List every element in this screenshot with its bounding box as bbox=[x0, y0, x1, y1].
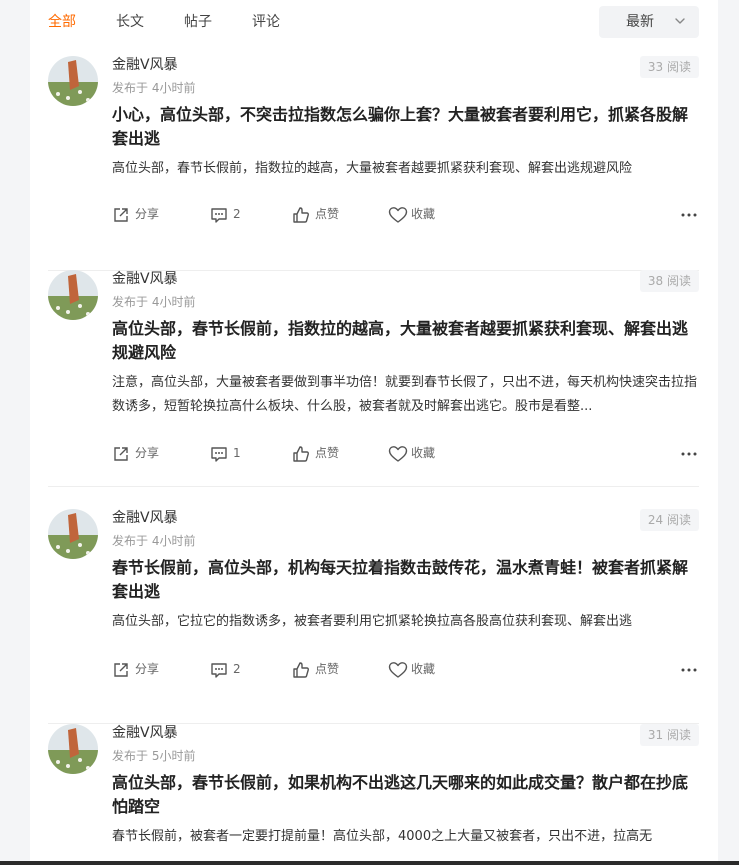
thumbs-up-icon bbox=[293, 446, 309, 462]
share-button[interactable]: 分享 bbox=[112, 443, 172, 465]
post-summary[interactable]: 注意，高位头部，大量被套者要做到事半功倍！就要到春节长假了，只出不进，每天机构快… bbox=[112, 371, 698, 419]
read-count-badge: 33 阅读 bbox=[639, 56, 699, 78]
post-summary[interactable]: 春节长假前，被套者一定要打提前量！高位头部，4000之上大量又被套者，只出不进，… bbox=[112, 825, 698, 849]
like-label: 点赞 bbox=[315, 446, 340, 460]
post-summary[interactable]: 高位头部，它拉它的指数诱多，被套者要利用它抓紧轮换拉高各股高位获利套现、解套出逃 bbox=[112, 610, 698, 634]
post-time: 发布于 4小时前 bbox=[112, 534, 196, 548]
favorite-label: 收藏 bbox=[411, 446, 436, 460]
like-button[interactable]: 点赞 bbox=[292, 204, 352, 226]
comment-button[interactable]: 1 bbox=[210, 443, 250, 465]
avatar-image bbox=[48, 56, 98, 106]
tab-all[interactable]: 全部 bbox=[48, 12, 76, 32]
more-options-button[interactable] bbox=[680, 204, 698, 226]
comment-count: 1 bbox=[233, 446, 241, 460]
favorite-label: 收藏 bbox=[411, 662, 436, 676]
post-title[interactable]: 高位头部，春节长假前，如果机构不出逃这几天哪来的如此成交量？散户都在抄底怕踏空 bbox=[112, 771, 698, 819]
avatar[interactable] bbox=[48, 270, 98, 320]
tab-bar: 全部 长文 帖子 评论 最新 bbox=[30, 0, 718, 44]
thumbs-up-icon bbox=[293, 662, 309, 678]
like-button[interactable]: 点赞 bbox=[292, 659, 352, 681]
post-actions: 分享 1 点赞 收藏 bbox=[112, 443, 698, 465]
favorite-label: 收藏 bbox=[411, 207, 436, 221]
comment-button[interactable]: 2 bbox=[210, 204, 250, 226]
heart-icon bbox=[388, 662, 408, 678]
chevron-down-icon bbox=[675, 18, 685, 24]
favorite-button[interactable]: 收藏 bbox=[388, 659, 448, 681]
author-name[interactable]: 金融V风暴 bbox=[112, 270, 178, 288]
post-actions: 分享 2 点赞 收藏 bbox=[112, 659, 698, 681]
sort-label: 最新 bbox=[626, 14, 654, 30]
avatar[interactable] bbox=[48, 509, 98, 559]
more-options-button[interactable] bbox=[680, 443, 698, 465]
read-count-badge: 31 阅读 bbox=[639, 724, 699, 746]
avatar-image bbox=[48, 270, 98, 320]
post-time: 发布于 5小时前 bbox=[112, 749, 196, 763]
post-card: 金融V风暴 发布于 5小时前 31 阅读 高位头部，春节长假前，如果机构不出逃这… bbox=[48, 724, 699, 865]
like-button[interactable]: 点赞 bbox=[292, 443, 352, 465]
sort-dropdown[interactable]: 最新 bbox=[599, 6, 699, 38]
comment-count: 2 bbox=[233, 207, 241, 221]
post-actions: 分享 2 点赞 收藏 bbox=[112, 204, 698, 226]
like-label: 点赞 bbox=[315, 207, 340, 221]
share-label: 分享 bbox=[135, 446, 160, 460]
avatar-image bbox=[48, 509, 98, 559]
favorite-button[interactable]: 收藏 bbox=[388, 204, 448, 226]
read-count-badge: 38 阅读 bbox=[639, 270, 699, 292]
post-time: 发布于 4小时前 bbox=[112, 81, 196, 95]
heart-icon bbox=[388, 446, 408, 462]
post-card: 金融V风暴 发布于 4小时前 33 阅读 小心，高位头部，不突击拉指数怎么骗你上… bbox=[48, 56, 699, 271]
ellipsis-icon bbox=[681, 452, 697, 456]
tab-long-articles[interactable]: 长文 bbox=[116, 12, 144, 32]
post-card: 金融V风暴 发布于 4小时前 24 阅读 春节长假前，高位头部，机构每天拉着指数… bbox=[48, 509, 699, 724]
post-title[interactable]: 小心，高位头部，不突击拉指数怎么骗你上套？大量被套者要利用它，抓紧各股解套出逃 bbox=[112, 103, 698, 151]
author-name[interactable]: 金融V风暴 bbox=[112, 56, 178, 74]
post-title[interactable]: 春节长假前，高位头部，机构每天拉着指数击鼓传花，温水煮青蛙！被套者抓紧解套出逃 bbox=[112, 556, 698, 604]
feed-panel: 全部 长文 帖子 评论 最新 金融V风暴 发布于 4小时前 33 阅读 小心，高… bbox=[30, 0, 718, 865]
share-label: 分享 bbox=[135, 662, 160, 676]
comment-button[interactable]: 2 bbox=[210, 659, 250, 681]
avatar-image bbox=[48, 724, 98, 774]
post-summary[interactable]: 高位头部，春节长假前，指数拉的越高，大量被套者越要抓紧获利套现、解套出逃规避风险 bbox=[112, 157, 698, 181]
share-button[interactable]: 分享 bbox=[112, 204, 172, 226]
like-label: 点赞 bbox=[315, 662, 340, 676]
share-icon bbox=[114, 447, 128, 461]
bottom-border bbox=[0, 861, 739, 865]
tab-comments[interactable]: 评论 bbox=[252, 12, 280, 32]
thumbs-up-icon bbox=[293, 207, 309, 223]
comment-icon bbox=[211, 447, 227, 462]
more-options-button[interactable] bbox=[680, 659, 698, 681]
tab-posts[interactable]: 帖子 bbox=[184, 12, 212, 32]
heart-icon bbox=[388, 207, 408, 223]
author-name[interactable]: 金融V风暴 bbox=[112, 509, 178, 527]
ellipsis-icon bbox=[681, 213, 697, 217]
ellipsis-icon bbox=[681, 668, 697, 672]
post-title[interactable]: 高位头部，春节长假前，指数拉的越高，大量被套者越要抓紧获利套现、解套出逃规避风险 bbox=[112, 317, 698, 365]
comment-icon bbox=[211, 208, 227, 223]
share-icon bbox=[114, 663, 128, 677]
share-icon bbox=[114, 208, 128, 222]
comment-count: 2 bbox=[233, 662, 241, 676]
author-name[interactable]: 金融V风暴 bbox=[112, 724, 178, 742]
read-count-badge: 24 阅读 bbox=[639, 509, 699, 531]
share-label: 分享 bbox=[135, 207, 160, 221]
avatar[interactable] bbox=[48, 56, 98, 106]
avatar[interactable] bbox=[48, 724, 98, 774]
comment-icon bbox=[211, 663, 227, 678]
post-card: 金融V风暴 发布于 4小时前 38 阅读 高位头部，春节长假前，指数拉的越高，大… bbox=[48, 270, 699, 487]
favorite-button[interactable]: 收藏 bbox=[388, 443, 448, 465]
share-button[interactable]: 分享 bbox=[112, 659, 172, 681]
post-time: 发布于 4小时前 bbox=[112, 295, 196, 309]
